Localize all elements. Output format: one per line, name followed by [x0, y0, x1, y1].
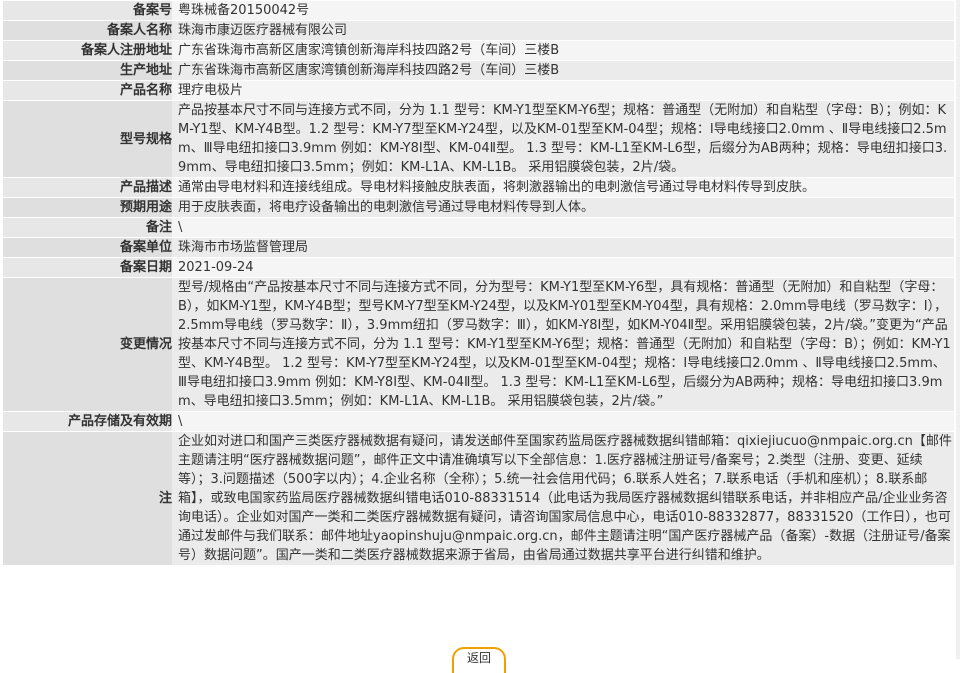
- scrollbar-track[interactable]: [956, 0, 960, 659]
- label-product-name: 产品名称: [3, 81, 172, 100]
- value-storage-validity: \: [172, 412, 954, 431]
- label-record-authority: 备案单位: [3, 238, 172, 257]
- row-record-number: 备案号 粤珠械备20150042号: [3, 1, 954, 20]
- label-intended-use: 预期用途: [3, 198, 172, 217]
- row-product-name: 产品名称 理疗电极片: [3, 81, 954, 100]
- value-model-spec: 产品按基本尺寸不同与连接方式不同，分为 1.1 型号：KM-Y1型至KM-Y6型…: [172, 101, 954, 177]
- value-product-description: 通常由导电材料和连接线组成。导电材料接触皮肤表面，将刺激器输出的电刺激信号通过导…: [172, 178, 954, 197]
- label-model-spec: 型号规格: [3, 101, 172, 177]
- row-record-authority: 备案单位 珠海市市场监督管理局: [3, 238, 954, 257]
- label-record-date: 备案日期: [3, 258, 172, 277]
- label-record-number: 备案号: [3, 1, 172, 20]
- value-registrant-name: 珠海市康迈医疗器械有限公司: [172, 21, 954, 40]
- row-production-address: 生产地址 广东省珠海市高新区唐家湾镇创新海岸科技四路2号（车间）三楼B: [3, 61, 954, 80]
- record-detail-table: 备案号 粤珠械备20150042号 备案人名称 珠海市康迈医疗器械有限公司 备案…: [3, 0, 954, 566]
- label-remarks: 备注: [3, 218, 172, 237]
- row-registrant-name: 备案人名称 珠海市康迈医疗器械有限公司: [3, 21, 954, 40]
- value-registrant-address: 广东省珠海市高新区唐家湾镇创新海岸科技四路2号（车间）三楼B: [172, 41, 954, 60]
- label-registrant-name: 备案人名称: [3, 21, 172, 40]
- value-record-date: 2021-09-24: [172, 258, 954, 277]
- label-storage-validity: 产品存储及有效期: [3, 412, 172, 431]
- row-record-date: 备案日期 2021-09-24: [3, 258, 954, 277]
- record-detail-page: 备案号 粤珠械备20150042号 备案人名称 珠海市康迈医疗器械有限公司 备案…: [0, 0, 960, 673]
- label-registrant-address: 备案人注册地址: [3, 41, 172, 60]
- row-notice: 注 企业如对进口和国产三类医疗器械数据有疑问，请发送邮件至国家药监局医疗器械数据…: [3, 432, 954, 565]
- value-change-history: 型号/规格由“产品按基本尺寸不同与连接方式不同，分为型号：KM-Y1型至KM-Y…: [172, 278, 954, 411]
- row-storage-validity: 产品存储及有效期 \: [3, 412, 954, 431]
- value-production-address: 广东省珠海市高新区唐家湾镇创新海岸科技四路2号（车间）三楼B: [172, 61, 954, 80]
- label-product-description: 产品描述: [3, 178, 172, 197]
- row-change-history: 变更情况 型号/规格由“产品按基本尺寸不同与连接方式不同，分为型号：KM-Y1型…: [3, 278, 954, 411]
- label-production-address: 生产地址: [3, 61, 172, 80]
- value-intended-use: 用于皮肤表面，将电疗设备输出的电刺激信号通过导电材料传导到人体。: [172, 198, 954, 217]
- row-product-description: 产品描述 通常由导电材料和连接线组成。导电材料接触皮肤表面，将刺激器输出的电刺激…: [3, 178, 954, 197]
- label-notice: 注: [3, 432, 172, 565]
- row-intended-use: 预期用途 用于皮肤表面，将电疗设备输出的电刺激信号通过导电材料传导到人体。: [3, 198, 954, 217]
- value-record-authority: 珠海市市场监督管理局: [172, 238, 954, 257]
- label-change-history: 变更情况: [3, 278, 172, 411]
- row-registrant-address: 备案人注册地址 广东省珠海市高新区唐家湾镇创新海岸科技四路2号（车间）三楼B: [3, 41, 954, 60]
- value-remarks: \: [172, 218, 954, 237]
- back-button[interactable]: 返回: [452, 647, 506, 673]
- value-product-name: 理疗电极片: [172, 81, 954, 100]
- value-notice: 企业如对进口和国产三类医疗器械数据有疑问，请发送邮件至国家药监局医疗器械数据纠错…: [172, 432, 954, 565]
- row-model-spec: 型号规格 产品按基本尺寸不同与连接方式不同，分为 1.1 型号：KM-Y1型至K…: [3, 101, 954, 177]
- value-record-number: 粤珠械备20150042号: [172, 1, 954, 20]
- row-remarks: 备注 \: [3, 218, 954, 237]
